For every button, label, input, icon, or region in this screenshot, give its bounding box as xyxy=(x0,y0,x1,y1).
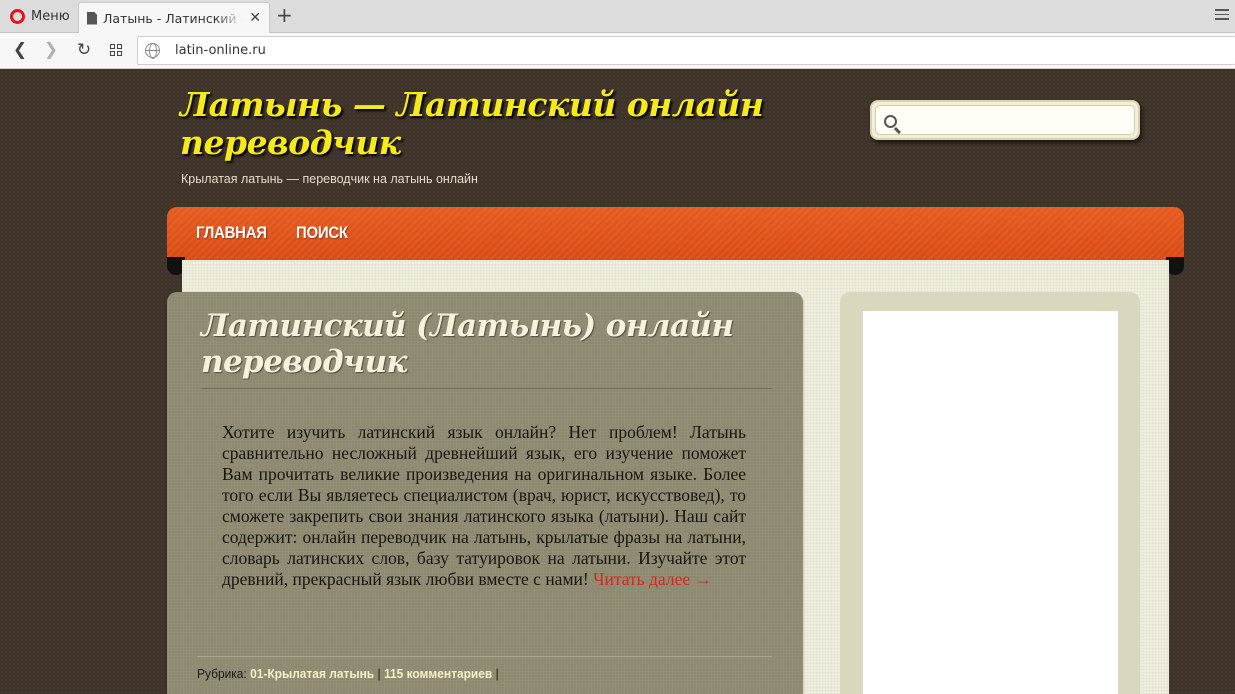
divider xyxy=(201,388,772,389)
new-tab-button[interactable]: + xyxy=(276,4,293,26)
tab-title: Латынь - Латинский онлайн переводчик xyxy=(103,10,243,26)
post-card: Латинский (Латынь) онлайн переводчик Хот… xyxy=(167,292,803,694)
tab-menu-icon[interactable] xyxy=(1215,9,1229,23)
nav-item-home[interactable]: ГЛАВНАЯ xyxy=(196,223,267,243)
back-icon[interactable]: ❮ xyxy=(10,40,30,60)
forward-icon[interactable]: ❯ xyxy=(41,40,61,60)
comments-link[interactable]: 115 комментариев xyxy=(384,666,492,681)
url-text: latin-online.ru xyxy=(175,43,266,58)
tab-grid-icon[interactable] xyxy=(106,40,126,60)
search-icon xyxy=(884,115,897,128)
url-field[interactable]: latin-online.ru xyxy=(137,36,1235,65)
category-link[interactable]: 01-Крылатая латынь xyxy=(250,666,374,681)
search-input[interactable] xyxy=(875,105,1135,135)
tab-close-icon[interactable]: ✕ xyxy=(249,10,261,26)
read-more-link[interactable]: Читать далее → xyxy=(593,569,712,589)
nav-item-search[interactable]: ПОИСК xyxy=(296,223,348,243)
browser-address-bar: ❮ ❯ ↻ latin-online.ru xyxy=(0,33,1235,69)
post-meta: Рубрика: 01-Крылатая латынь | 115 коммен… xyxy=(197,666,499,681)
browser-tab-bar: Меню Латынь - Латинский онлайн переводчи… xyxy=(0,0,1235,33)
sidebar xyxy=(840,292,1140,694)
menu-label: Меню xyxy=(31,8,70,24)
globe-icon xyxy=(145,43,160,59)
document-icon xyxy=(87,11,97,25)
browser-tab[interactable]: Латынь - Латинский онлайн переводчик ✕ xyxy=(78,2,270,33)
opera-menu-button[interactable]: Меню xyxy=(4,5,76,27)
post-text: Хотите изучить латинский язык онлайн? Не… xyxy=(222,422,746,589)
reload-icon[interactable]: ↻ xyxy=(74,40,94,60)
opera-logo-icon xyxy=(10,8,25,24)
main-nav: ГЛАВНАЯ ПОИСК xyxy=(167,207,1184,265)
post-body: Хотите изучить латинский язык онлайн? Не… xyxy=(222,422,746,590)
post-title[interactable]: Латинский (Латынь) онлайн переводчик xyxy=(201,308,771,380)
meta-separator: | xyxy=(377,666,381,681)
site-title[interactable]: Латынь — Латинский онлайн переводчик xyxy=(180,86,800,162)
search-box xyxy=(870,100,1140,140)
site-tagline: Крылатая латынь — переводчик на латынь о… xyxy=(181,172,478,186)
website: Латынь — Латинский онлайн переводчик Кры… xyxy=(0,70,1235,694)
divider xyxy=(197,656,772,657)
meta-separator: | xyxy=(495,666,499,681)
category-label: Рубрика: xyxy=(197,666,247,681)
sidebar-ad-slot xyxy=(863,311,1118,694)
